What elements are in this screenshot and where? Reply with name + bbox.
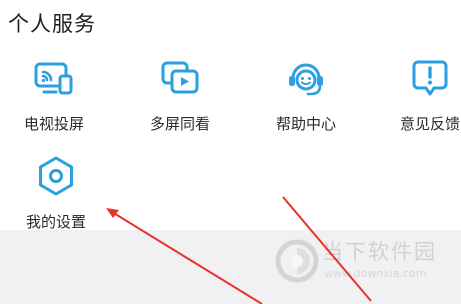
watermark-title: 当下软件园 [322, 240, 437, 264]
service-tv-cast[interactable]: 电视投屏 [4, 56, 104, 138]
settings-hexagon-icon [34, 154, 78, 198]
section-title: 个人服务 [8, 12, 96, 36]
help-headset-icon [284, 56, 328, 100]
multi-screen-icon [158, 56, 202, 100]
service-label: 意见反馈 [399, 115, 460, 133]
service-multi-screen[interactable]: 多屏同看 [130, 56, 230, 138]
service-label: 帮助中心 [275, 115, 336, 133]
service-grid: 电视投屏 多屏同看 帮助中心 意见反馈 我的设置 [0, 56, 461, 232]
service-label: 我的设置 [25, 213, 86, 231]
service-label: 多屏同看 [149, 115, 210, 133]
service-help-center[interactable]: 帮助中心 [256, 56, 356, 138]
service-my-settings[interactable]: 我的设置 [6, 154, 106, 236]
watermark-logo-icon [274, 238, 320, 284]
service-feedback[interactable]: 意见反馈 [380, 56, 461, 138]
service-label: 电视投屏 [23, 115, 84, 133]
tv-cast-icon [32, 56, 76, 100]
watermark-url: www.downxia.com [324, 267, 427, 280]
feedback-icon [408, 56, 452, 100]
site-watermark: 当下软件园 www.downxia.com [274, 236, 454, 288]
